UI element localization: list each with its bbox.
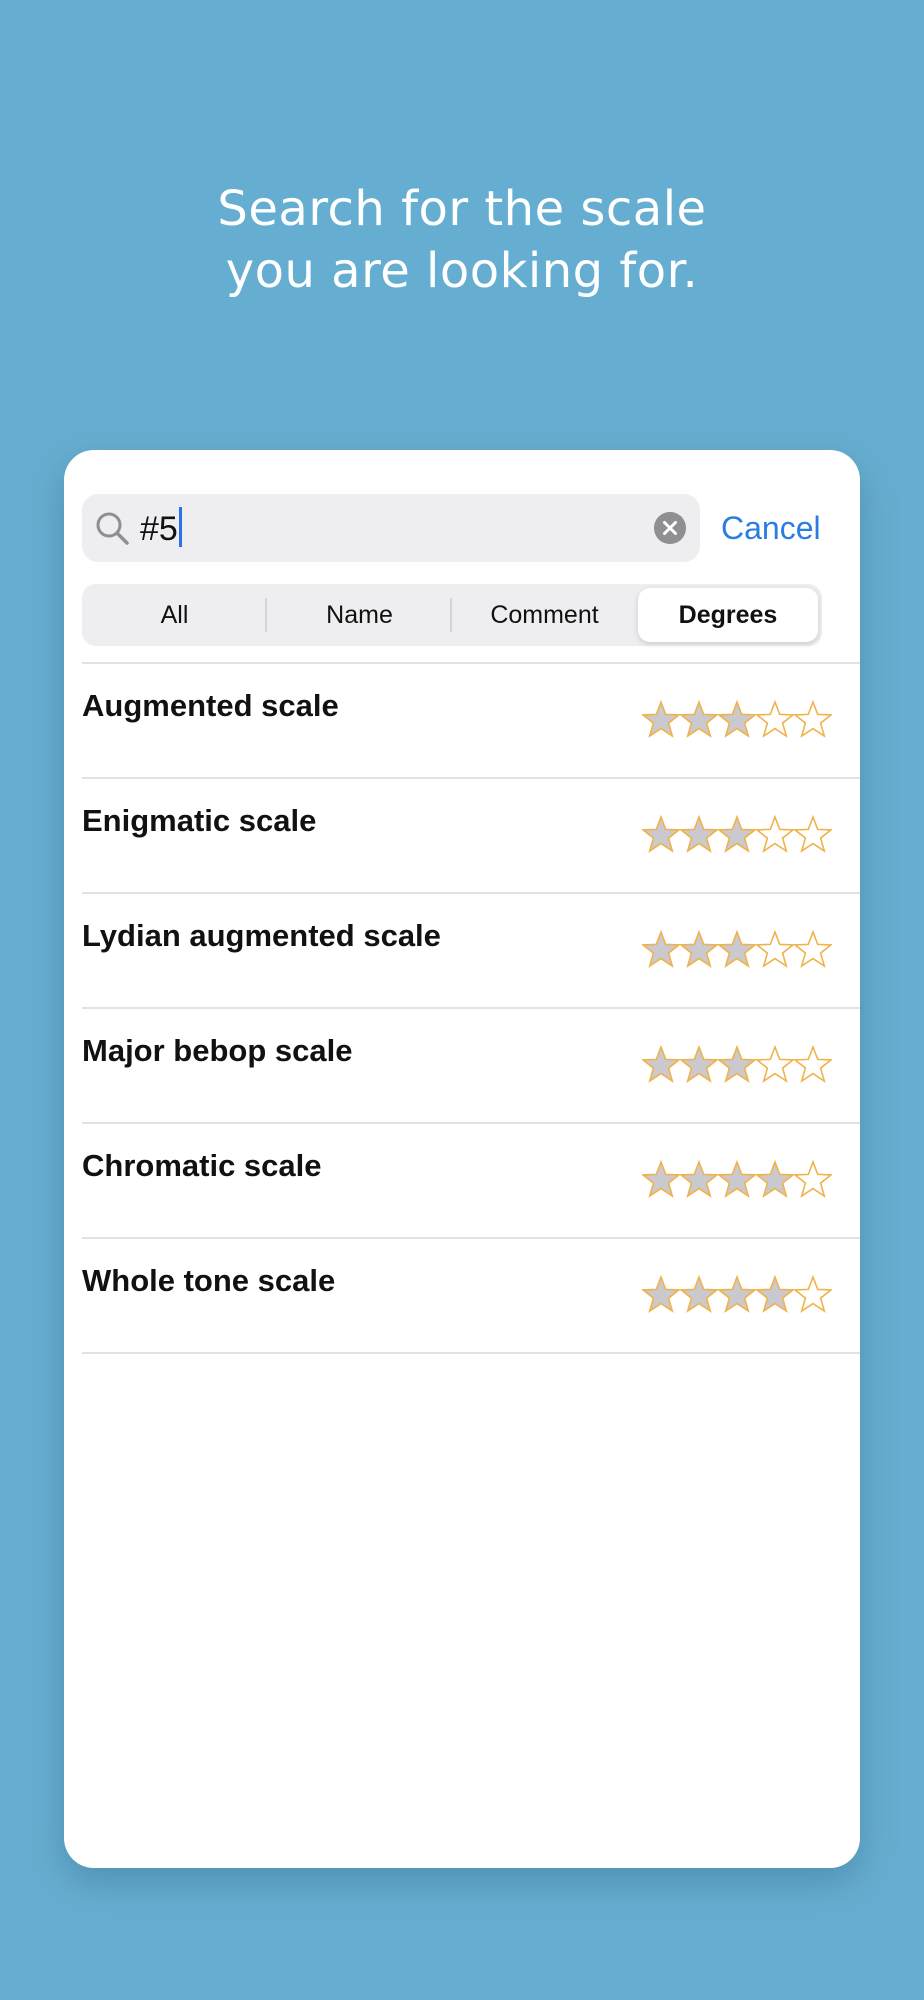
star-empty-icon: [756, 815, 794, 853]
search-input-value: #5: [140, 510, 178, 548]
headline-line-1: Search for the scale: [217, 181, 707, 237]
star-filled-icon: [756, 1160, 794, 1198]
star-filled-icon: [642, 1275, 680, 1313]
star-empty-icon: [794, 1045, 832, 1083]
star-filled-icon: [680, 700, 718, 738]
star-filled-icon: [718, 700, 756, 738]
result-row[interactable]: Lydian augmented scale: [82, 894, 860, 1009]
clear-icon[interactable]: [654, 512, 686, 544]
star-filled-icon: [718, 930, 756, 968]
cancel-button[interactable]: Cancel: [721, 508, 821, 548]
star-filled-icon: [718, 1045, 756, 1083]
tab-all[interactable]: All: [82, 584, 267, 646]
star-empty-icon: [756, 930, 794, 968]
star-filled-icon: [642, 700, 680, 738]
star-rating: [642, 1275, 832, 1319]
result-title: Major bebop scale: [82, 1033, 353, 1068]
star-filled-icon: [718, 815, 756, 853]
search-icon: [96, 512, 129, 545]
star-empty-icon: [756, 1045, 794, 1083]
star-filled-icon: [756, 1275, 794, 1313]
results-list: Augmented scale Enigmatic scale Lydian a…: [82, 662, 860, 1354]
result-title: Augmented scale: [82, 688, 339, 723]
star-filled-icon: [680, 815, 718, 853]
star-empty-icon: [794, 1160, 832, 1198]
result-title: Enigmatic scale: [82, 803, 317, 838]
result-title: Lydian augmented scale: [82, 918, 441, 953]
result-row[interactable]: Major bebop scale: [82, 1009, 860, 1124]
search-scope-segmented-control: All Name Comment Degrees: [82, 584, 822, 646]
star-filled-icon: [642, 930, 680, 968]
search-field[interactable]: #5: [82, 494, 700, 562]
star-rating: [642, 815, 832, 859]
result-row[interactable]: Augmented scale: [82, 664, 860, 779]
star-rating: [642, 930, 832, 974]
star-filled-icon: [642, 1160, 680, 1198]
star-rating: [642, 700, 832, 744]
result-title: Whole tone scale: [82, 1263, 336, 1298]
search-input[interactable]: #5: [140, 507, 182, 550]
star-empty-icon: [794, 1275, 832, 1313]
star-filled-icon: [718, 1160, 756, 1198]
search-card: #5 Cancel All Name Comment Degrees Augme…: [64, 450, 860, 1868]
star-filled-icon: [680, 930, 718, 968]
result-row[interactable]: Whole tone scale: [82, 1239, 860, 1354]
star-filled-icon: [680, 1045, 718, 1083]
result-title: Chromatic scale: [82, 1148, 322, 1183]
star-filled-icon: [642, 1045, 680, 1083]
star-filled-icon: [680, 1275, 718, 1313]
tab-degrees[interactable]: Degrees: [638, 588, 818, 642]
tab-comment[interactable]: Comment: [452, 584, 637, 646]
star-rating: [642, 1160, 832, 1204]
star-filled-icon: [642, 815, 680, 853]
tab-name[interactable]: Name: [267, 584, 452, 646]
star-empty-icon: [794, 700, 832, 738]
headline: Search for the scale you are looking for…: [0, 178, 924, 302]
star-filled-icon: [680, 1160, 718, 1198]
star-empty-icon: [794, 930, 832, 968]
star-filled-icon: [718, 1275, 756, 1313]
star-empty-icon: [756, 700, 794, 738]
star-rating: [642, 1045, 832, 1089]
result-row[interactable]: Enigmatic scale: [82, 779, 860, 894]
star-empty-icon: [794, 815, 832, 853]
result-row[interactable]: Chromatic scale: [82, 1124, 860, 1239]
headline-line-2: you are looking for.: [225, 243, 699, 299]
text-caret: [178, 507, 182, 547]
